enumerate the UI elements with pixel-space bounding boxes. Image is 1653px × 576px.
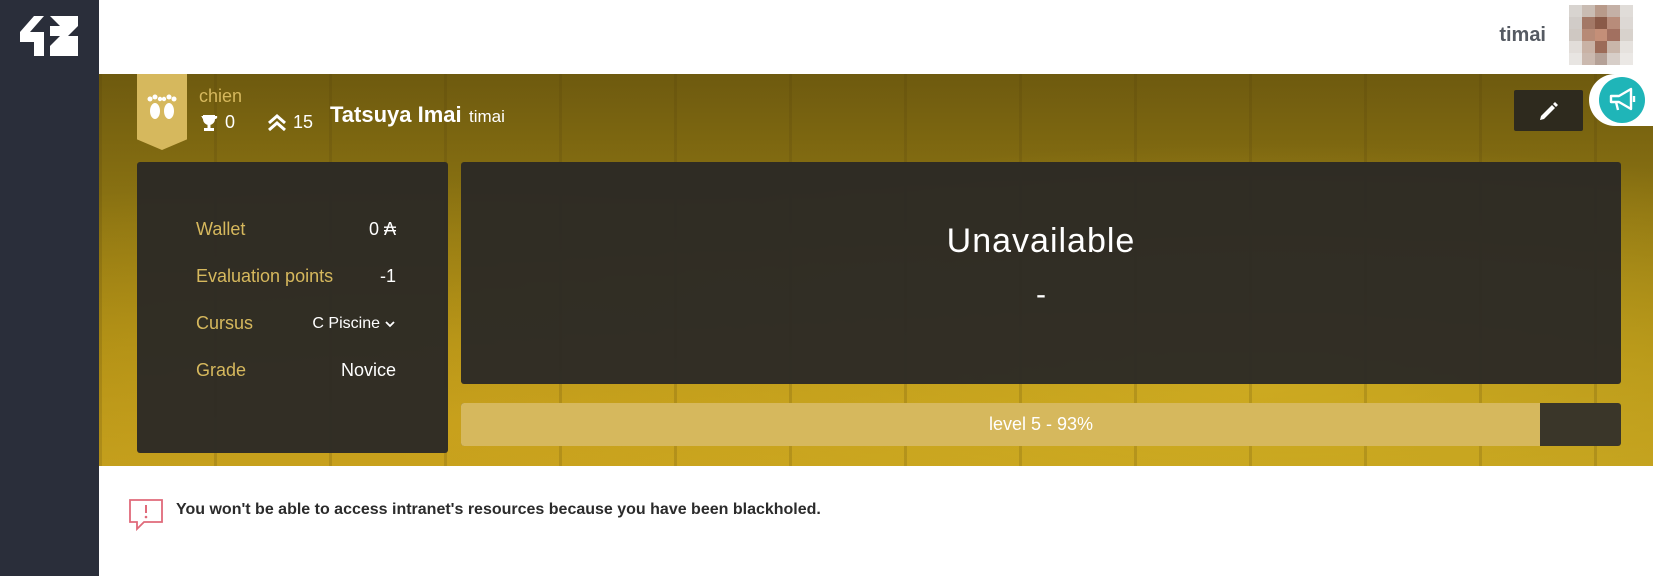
display-name: Tatsuya Imai (330, 102, 462, 127)
profile-banner: chien 0 15 Tatsuya Imai timai Wallet 0 ₳… (99, 74, 1653, 466)
chevron-down-icon (385, 320, 395, 327)
cursus-value: C Piscine (312, 314, 380, 332)
profile-stats: 0 15 (199, 112, 313, 133)
sidebar (0, 0, 99, 576)
location-status: Unavailable (946, 222, 1136, 260)
announcements-button[interactable] (1589, 74, 1653, 126)
edit-profile-button[interactable] (1514, 90, 1583, 131)
top-bar: timai (99, 0, 1653, 74)
cursus-label: Cursus (196, 313, 254, 333)
coalition-name[interactable]: chien (199, 86, 242, 107)
avatar[interactable] (1569, 5, 1633, 65)
rank-count: 15 (293, 112, 314, 132)
location-card: Unavailable - (461, 162, 1621, 384)
alert-message-icon (129, 499, 163, 532)
evaluation-points-value: -1 (379, 266, 396, 286)
user-login[interactable]: timai (1499, 24, 1546, 47)
wallet-row: Wallet 0 ₳ (196, 219, 396, 240)
megaphone-icon (1599, 77, 1645, 123)
trophy-icon (201, 114, 218, 131)
rank-chevron-icon (268, 113, 287, 131)
42-logo-icon[interactable] (20, 16, 78, 56)
wallet-label: Wallet (196, 219, 246, 239)
achievements-count: 0 (225, 112, 236, 132)
blackhole-alert: You won't be able to access intranet's r… (128, 497, 821, 533)
cursus-row: Cursus C Piscine (196, 313, 396, 334)
grade-label: Grade (196, 360, 247, 380)
username: timai (469, 107, 505, 126)
evaluation-points-label: Evaluation points (196, 266, 334, 286)
level-progress-bar: level 5 - 93% (461, 403, 1621, 446)
wallet-value: 0 ₳ (368, 219, 396, 239)
user-info-card: Wallet 0 ₳ Evaluation points -1 Cursus C… (137, 162, 448, 453)
grade-row: Grade Novice (196, 360, 396, 381)
paw-prints-icon (147, 94, 177, 119)
pencil-icon (1539, 101, 1558, 120)
location-detail: - (1036, 278, 1046, 311)
level-label: level 5 - 93% (988, 414, 1094, 434)
cursus-select[interactable]: C Piscine (312, 315, 396, 333)
grade-value: Novice (340, 360, 396, 380)
coalition-ribbon[interactable] (137, 74, 187, 150)
evaluation-points-row: Evaluation points -1 (196, 266, 396, 287)
alert-text: You won't be able to access intranet's r… (176, 501, 821, 518)
